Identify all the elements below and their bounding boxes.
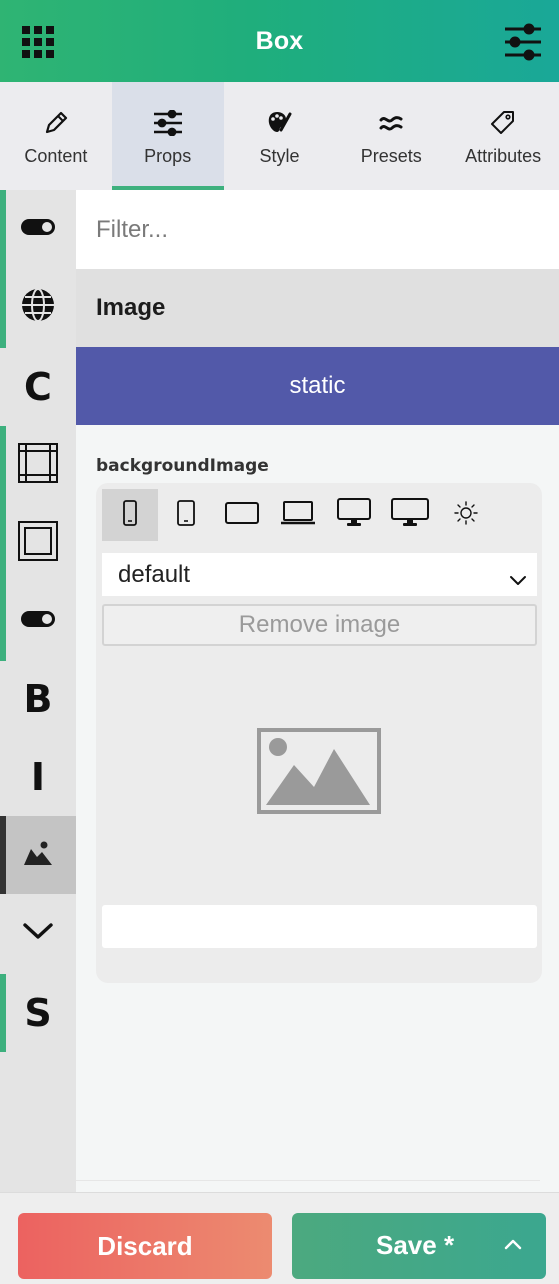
- breakpoint-theme[interactable]: [438, 489, 494, 541]
- sidebar-item-toggle[interactable]: [0, 582, 76, 660]
- select-value: default: [118, 560, 191, 588]
- breakpoint-tablet-landscape[interactable]: [214, 489, 270, 541]
- desktop-icon: [337, 497, 371, 533]
- save-button-label: Save *: [376, 1230, 455, 1260]
- chevron-up-icon[interactable]: [504, 1237, 522, 1255]
- background-image-card: default Remove image: [96, 483, 542, 983]
- app-header: Box: [0, 0, 559, 82]
- breakpoint-switcher: [102, 489, 494, 541]
- tab-props-label: Props: [144, 146, 192, 166]
- italic-icon: I: [30, 755, 46, 799]
- palette-icon: [264, 108, 294, 138]
- laptop-icon: [281, 500, 315, 530]
- tab-content[interactable]: Content: [0, 82, 112, 190]
- breakpoint-desktop[interactable]: [326, 489, 382, 541]
- discard-button[interactable]: Discard: [18, 1213, 272, 1279]
- sidebar-item-globe[interactable]: [0, 268, 76, 346]
- pencil-icon: [41, 108, 71, 138]
- settings-sliders-icon[interactable]: [503, 23, 543, 61]
- chevron-down-icon: [22, 921, 54, 946]
- breakpoint-mobile[interactable]: [102, 489, 158, 541]
- tab-style-label: Style: [259, 146, 300, 166]
- sidebar-item-border[interactable]: [0, 426, 76, 504]
- image-icon: [22, 839, 54, 872]
- sidebar-item-spacing[interactable]: [0, 504, 76, 582]
- save-button[interactable]: Save *: [292, 1213, 546, 1279]
- large-desktop-icon: [391, 497, 429, 533]
- breakpoint-tablet-portrait[interactable]: [158, 489, 214, 541]
- sliders-icon: [153, 108, 183, 138]
- tablet-portrait-icon: [177, 499, 195, 531]
- property-label: backgroundImage: [96, 456, 269, 476]
- waves-icon: [376, 108, 406, 138]
- tab-style[interactable]: Style: [224, 82, 336, 190]
- properties-panel: Image static backgroundImage: [76, 190, 559, 1192]
- page-title: Box: [255, 26, 304, 55]
- tab-props[interactable]: Props: [111, 82, 224, 190]
- globe-icon: [21, 287, 55, 327]
- section-header-image[interactable]: Image: [76, 269, 559, 347]
- action-footer: Discard Save *: [0, 1192, 559, 1284]
- toggle-icon: [21, 218, 55, 240]
- toggle-icon: [21, 610, 55, 632]
- sidebar-item-expand[interactable]: [0, 894, 76, 972]
- active-indicator: [0, 816, 6, 894]
- tab-content-label: Content: [24, 146, 88, 166]
- tab-attributes[interactable]: Attributes: [447, 82, 559, 190]
- letter-s-icon: S: [24, 991, 52, 1035]
- grid-menu-icon[interactable]: [22, 26, 54, 58]
- tag-icon: [488, 108, 518, 138]
- sidebar-item-italic[interactable]: I: [0, 738, 76, 816]
- property-sidebar: C B I S: [0, 190, 76, 1192]
- breakpoint-laptop[interactable]: [270, 489, 326, 541]
- sidebar-item-color[interactable]: C: [0, 348, 76, 426]
- letter-c-icon: C: [24, 365, 52, 409]
- sun-icon: [453, 500, 479, 531]
- position-static-option[interactable]: static: [76, 347, 559, 425]
- image-url-input[interactable]: [102, 905, 537, 948]
- bold-icon: B: [23, 677, 53, 721]
- tab-presets-label: Presets: [360, 146, 422, 166]
- tablet-landscape-icon: [225, 501, 259, 529]
- image-placeholder-icon: [256, 727, 382, 822]
- remove-image-button[interactable]: Remove image: [102, 604, 537, 646]
- filter-input[interactable]: [76, 190, 559, 269]
- sidebar-item-display[interactable]: [0, 190, 76, 268]
- editor-tabs: Content Props Style Presets Attributes: [0, 82, 559, 190]
- sidebar-item-bold[interactable]: B: [0, 660, 76, 738]
- breakpoint-large-desktop[interactable]: [382, 489, 438, 541]
- divider: [76, 1180, 540, 1181]
- tab-attributes-label: Attributes: [465, 146, 542, 166]
- sidebar-item-s[interactable]: S: [0, 974, 76, 1052]
- padding-frame-icon: [18, 520, 58, 566]
- chevron-down-icon: [509, 566, 527, 594]
- mobile-icon: [123, 499, 137, 531]
- image-size-select[interactable]: default: [102, 553, 537, 596]
- border-frame-icon: [18, 442, 58, 488]
- tab-presets[interactable]: Presets: [335, 82, 447, 190]
- sidebar-item-image[interactable]: [0, 816, 76, 894]
